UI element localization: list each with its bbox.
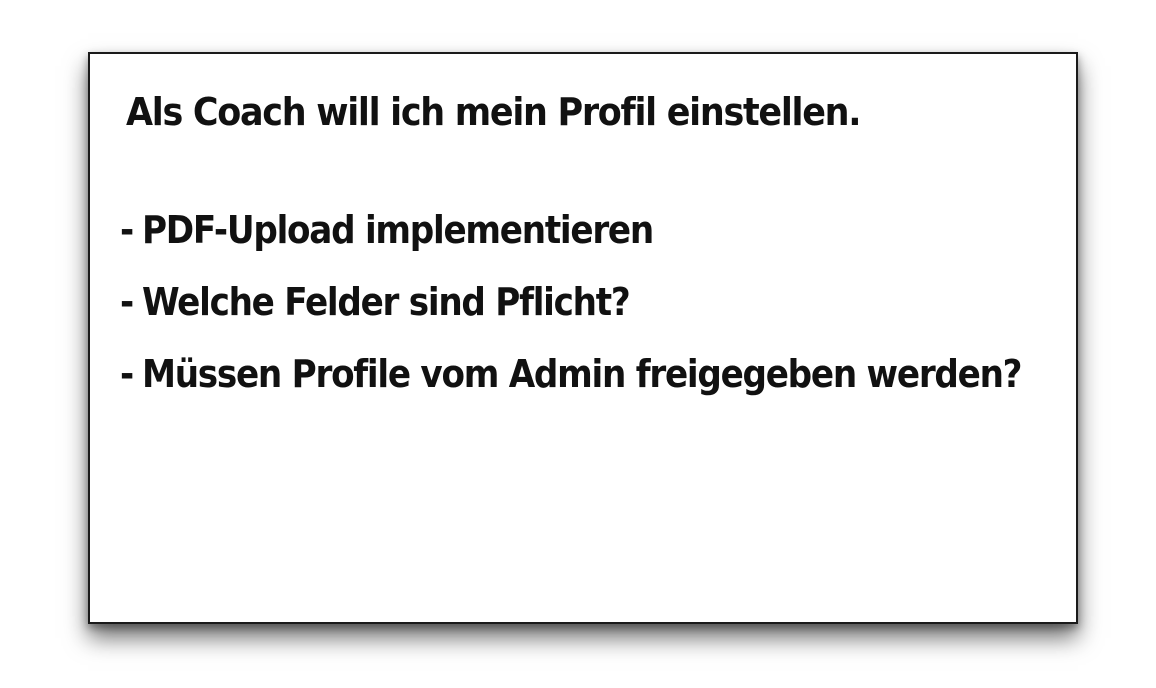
- list-item: - Welche Felder sind Pflicht?: [120, 274, 1021, 346]
- task-text: Müssen Profile vom Admin freigegeben wer…: [141, 352, 1023, 396]
- task-text: Welche Felder sind Pflicht?: [141, 280, 631, 324]
- canvas: Als Coach will ich mein Profil einstelle…: [0, 0, 1156, 688]
- list-item: - Müssen Profile vom Admin freigegeben we…: [120, 346, 1023, 418]
- bullet-dash: -: [120, 280, 134, 324]
- story-card: Als Coach will ich mein Profil einstelle…: [88, 52, 1078, 624]
- bullet-dash: -: [120, 352, 134, 396]
- task-text: PDF-Upload implementieren: [141, 208, 654, 252]
- list-item: - PDF-Upload implementieren: [120, 202, 1021, 274]
- bullet-dash: -: [120, 208, 134, 252]
- task-list: - PDF-Upload implementieren - Welche Felde…: [120, 202, 1121, 418]
- story-title: Als Coach will ich mein Profil einstelle…: [126, 90, 862, 134]
